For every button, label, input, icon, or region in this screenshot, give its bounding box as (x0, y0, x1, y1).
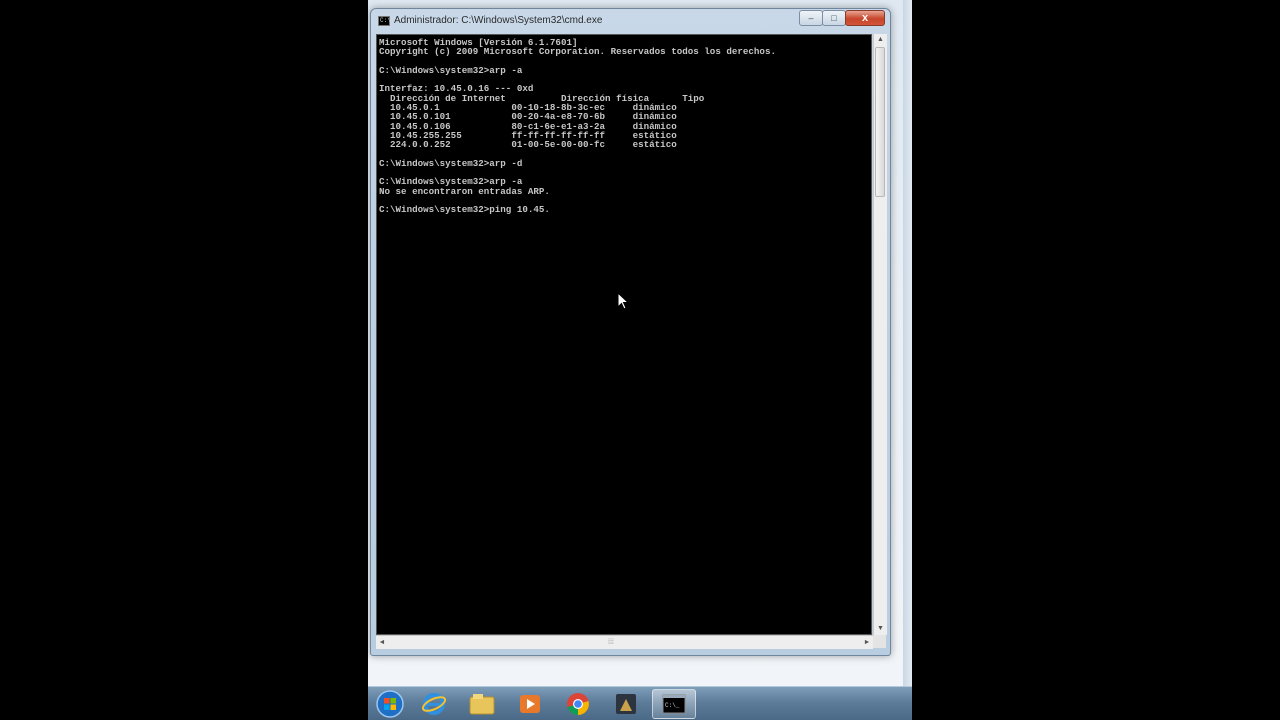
internet-explorer-icon[interactable] (412, 689, 456, 719)
desktop-wallpaper-edge (903, 0, 912, 686)
resize-corner[interactable] (873, 635, 886, 648)
window-controls: – □ x (799, 10, 885, 26)
scroll-right-icon[interactable]: ► (861, 636, 873, 649)
console-line: 224.0.0.252 01-00-5e-00-00-fc estático (379, 139, 677, 151)
title-bar[interactable]: C:\ Administrador: C:\Windows\System32\c… (371, 9, 890, 33)
console-line: C:\Windows\system32>arp -a (379, 64, 523, 76)
start-orb-icon[interactable] (368, 689, 412, 719)
console-text: Microsoft Windows [Versión 6.1.7601] Cop… (377, 35, 871, 215)
media-player-icon[interactable] (508, 689, 552, 719)
scroll-up-icon[interactable]: ▲ (874, 34, 887, 46)
horizontal-scrollbar[interactable]: ◄ ⁞⁞⁞ ► (376, 635, 873, 649)
console-output[interactable]: Microsoft Windows [Versión 6.1.7601] Cop… (376, 34, 872, 635)
console-line: C:\Windows\system32>ping 10.45. (379, 204, 550, 216)
desktop: C:\ Administrador: C:\Windows\System32\c… (368, 0, 912, 720)
scroll-down-icon[interactable]: ▼ (874, 623, 887, 635)
cmd-window-icon[interactable]: C:\ (378, 16, 391, 26)
console-line: Copyright (c) 2009 Microsoft Corporation… (379, 46, 776, 58)
close-button[interactable]: x (845, 10, 885, 26)
maximize-button[interactable]: □ (822, 10, 846, 26)
scroll-left-icon[interactable]: ◄ (376, 636, 388, 649)
recorder-app-icon[interactable] (604, 689, 648, 719)
console-line: C:\Windows\system32>arp -d (379, 157, 523, 169)
file-explorer-icon[interactable] (460, 689, 504, 719)
svg-text:C:\_: C:\_ (665, 702, 680, 709)
scroll-thumb[interactable] (875, 47, 885, 197)
cmd-icon[interactable]: C:\_ (652, 689, 696, 719)
chrome-icon[interactable] (556, 689, 600, 719)
cmd-window[interactable]: C:\ Administrador: C:\Windows\System32\c… (370, 8, 891, 656)
scroll-grip-icon[interactable]: ⁞⁞⁞ (608, 639, 614, 646)
minimize-button[interactable]: – (799, 10, 823, 26)
taskbar: C:\_ (368, 686, 912, 720)
console-line: No se encontraron entradas ARP. (379, 185, 550, 197)
window-title: Administrador: C:\Windows\System32\cmd.e… (394, 15, 603, 26)
vertical-scrollbar[interactable]: ▲ ▼ (873, 34, 887, 635)
